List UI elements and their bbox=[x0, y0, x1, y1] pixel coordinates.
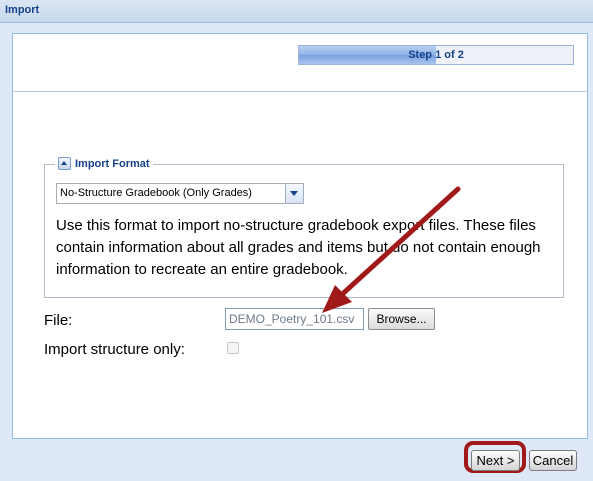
annotation-arrow-shaft bbox=[335, 186, 461, 301]
annotation-arrow bbox=[322, 186, 461, 313]
